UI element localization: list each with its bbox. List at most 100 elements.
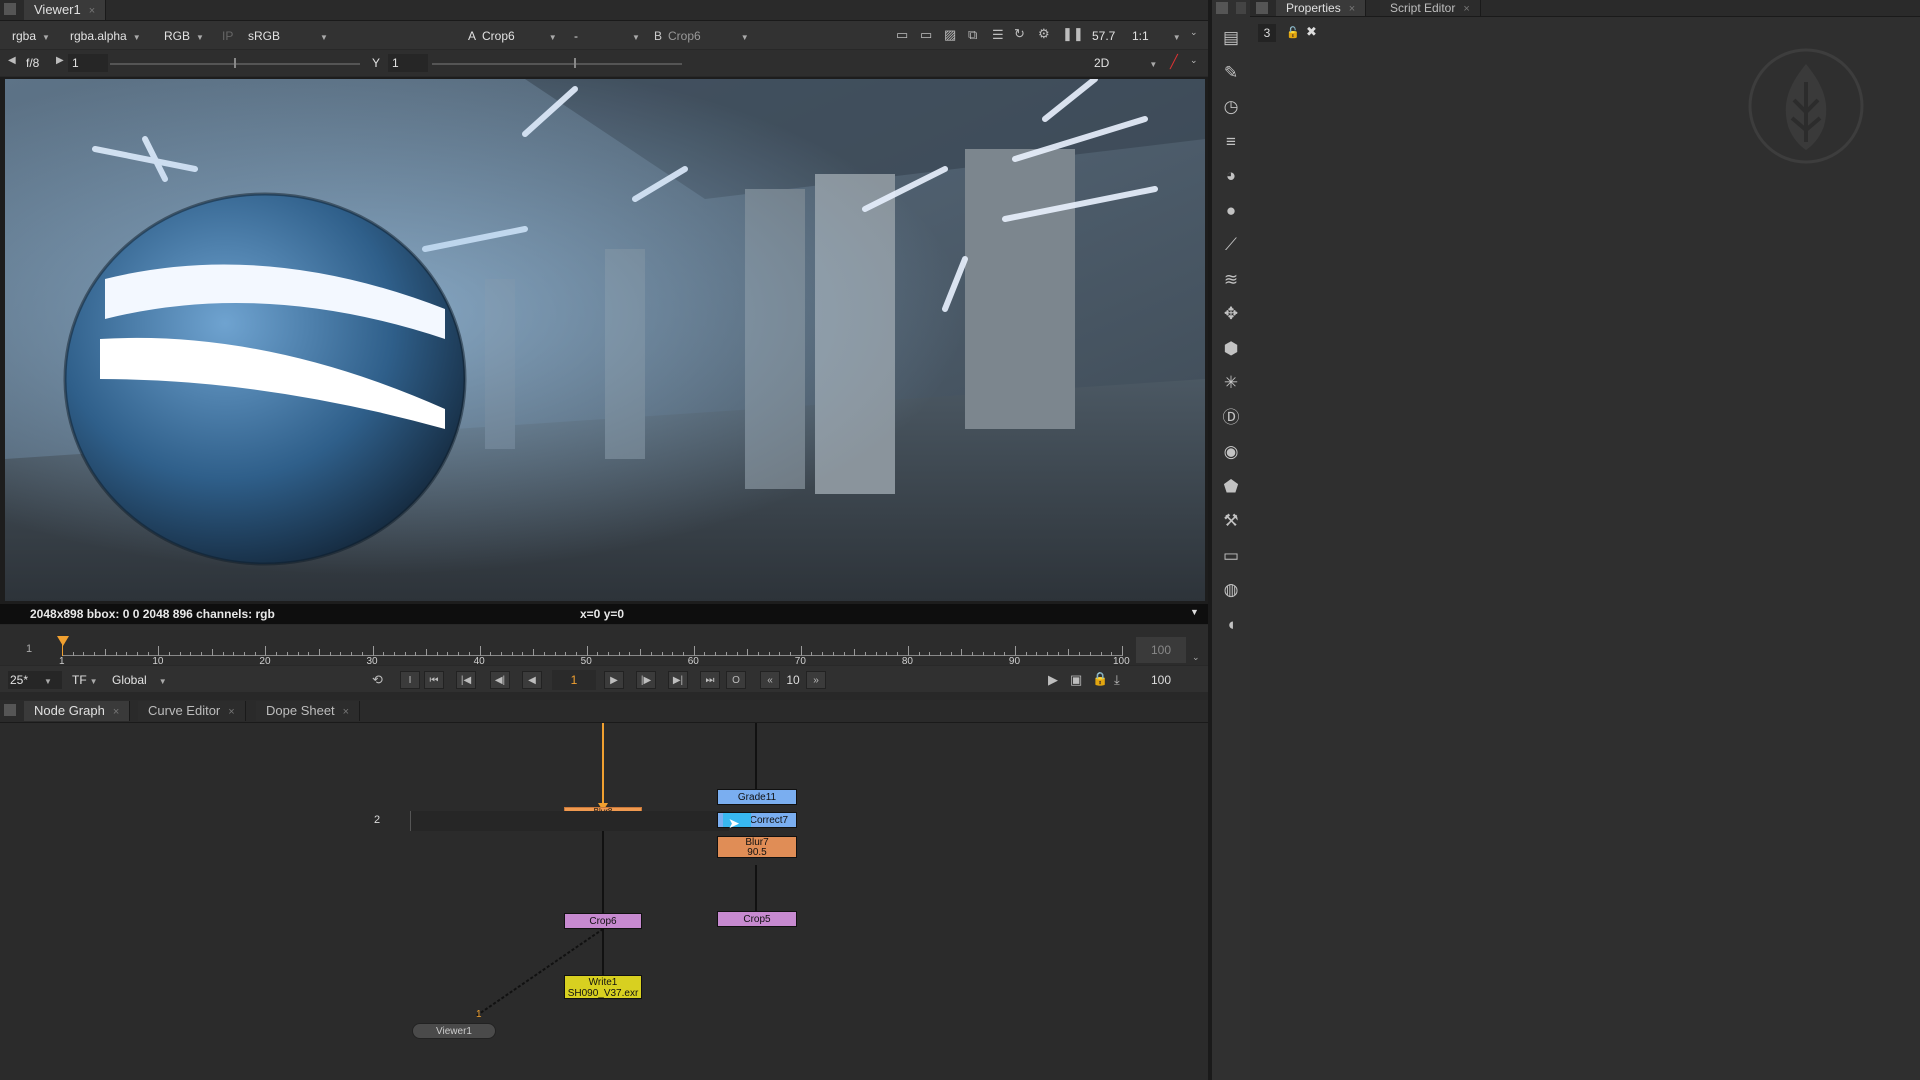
views-icon[interactable]: ◉: [1219, 440, 1243, 464]
tab-dope-sheet[interactable]: Dope Sheet ×: [256, 701, 361, 721]
step-forward-button[interactable]: »: [806, 671, 826, 689]
filter-icon[interactable]: ●: [1219, 199, 1243, 223]
close-icon-props[interactable]: ×: [1349, 3, 1355, 15]
node-grade11[interactable]: Grade11: [717, 789, 797, 805]
chevron-down-icon-3[interactable]: ⌄: [1192, 652, 1200, 663]
channels-dropdown[interactable]: rgba ▼: [12, 27, 50, 45]
play-backward-button[interactable]: ◀: [522, 671, 542, 689]
lut-dropdown[interactable]: sRGB ▼: [248, 27, 328, 45]
tab-script-editor[interactable]: Script Editor ×: [1380, 0, 1481, 16]
particles-icon[interactable]: ✳: [1219, 371, 1243, 395]
first-frame-button[interactable]: ⏮: [424, 671, 444, 689]
plugins-icon[interactable]: ◖: [1219, 613, 1243, 637]
lock-icon[interactable]: 🔒: [1092, 671, 1108, 687]
exposure-slider-handle[interactable]: [234, 58, 236, 68]
alpha-dropdown[interactable]: rgba.alpha ▼: [70, 27, 141, 45]
lock-panel-icon[interactable]: 🔓: [1286, 26, 1300, 39]
gear-icon[interactable]: ⚙: [1038, 26, 1050, 42]
paint-brush-icon[interactable]: ╱: [1170, 54, 1178, 70]
image-icon[interactable]: ▤: [1219, 26, 1243, 50]
transform-icon[interactable]: ✥: [1219, 302, 1243, 326]
render-icon[interactable]: ▣: [1070, 672, 1082, 688]
3d-icon[interactable]: ⬢: [1219, 337, 1243, 361]
time-icon[interactable]: ◷: [1219, 95, 1243, 119]
y-input[interactable]: 1: [388, 54, 428, 72]
b-input-dropdown[interactable]: B Crop6 ▼: [654, 27, 749, 45]
draw-icon[interactable]: ✎: [1219, 61, 1243, 85]
last-frame-button[interactable]: ⏭: [700, 671, 720, 689]
view-mode-dropdown[interactable]: 2D ▼: [1094, 54, 1157, 72]
metadata-icon[interactable]: ⬟: [1219, 475, 1243, 499]
pause-icon[interactable]: ❚❚: [1062, 26, 1084, 42]
out-point-button[interactable]: O: [726, 671, 746, 689]
zoom-dropdown[interactable]: 1:1 ▼: [1132, 27, 1181, 45]
tf-dropdown[interactable]: TF ▼: [72, 671, 98, 689]
chevron-down-icon[interactable]: ⌄: [1190, 27, 1198, 38]
step-back-button[interactable]: «: [760, 671, 780, 689]
a-input-dropdown[interactable]: A Crop6 ▼: [468, 27, 557, 45]
range-dropdown[interactable]: Global ▼: [112, 671, 167, 689]
node-crop5[interactable]: Crop5: [717, 911, 797, 927]
panel-menu-icon-2[interactable]: [4, 704, 16, 716]
playhead[interactable]: [57, 636, 69, 646]
roi-icon[interactable]: ▭: [896, 27, 908, 43]
deep-icon[interactable]: Ⓓ: [1219, 406, 1243, 430]
refresh-icon[interactable]: ↻: [1014, 26, 1025, 42]
node-blur7[interactable]: Blur7 90.5: [717, 836, 797, 858]
toolbar-top-arrow[interactable]: [1236, 2, 1246, 14]
close-icon[interactable]: ×: [89, 5, 95, 17]
prev-frame-button[interactable]: ◀|: [490, 671, 510, 689]
keyer-icon[interactable]: ⟋: [1219, 233, 1243, 257]
node-input-row[interactable]: [410, 811, 729, 831]
panel-menu-icon[interactable]: [4, 3, 16, 15]
toolbar-top-icon[interactable]: [1216, 2, 1228, 14]
fps-dropdown[interactable]: 25* ▼: [8, 671, 62, 689]
play-forward-button[interactable]: ▶: [604, 671, 624, 689]
node-crop6[interactable]: Crop6: [564, 913, 642, 929]
chevron-left-icon[interactable]: ◀: [8, 55, 16, 66]
gamma-slider-handle[interactable]: [574, 58, 576, 68]
proxy-icon[interactable]: ▭: [920, 27, 932, 43]
frame-input[interactable]: 1: [68, 54, 108, 72]
max-panels-field[interactable]: 3: [1258, 24, 1276, 42]
tab-node-graph[interactable]: Node Graph ×: [24, 701, 131, 721]
fstop-field[interactable]: f/8: [26, 54, 39, 72]
in-point-button[interactable]: I: [400, 671, 420, 689]
tab-viewer1[interactable]: Viewer1 ×: [24, 0, 107, 20]
ip-button[interactable]: IP: [222, 27, 233, 45]
triangle-down-icon[interactable]: ▼: [1190, 607, 1199, 617]
chevron-down-icon-2[interactable]: ⌄: [1190, 55, 1198, 66]
toolsets-icon[interactable]: ⚒: [1219, 509, 1243, 533]
color-icon[interactable]: ◕: [1219, 164, 1243, 188]
increment-field[interactable]: 10: [782, 671, 804, 689]
node-graph-canvas[interactable]: Blur8 2 Grade11 ColorCorrect7 ➤ Blur7 90…: [0, 723, 1208, 1080]
wipe-dropdown[interactable]: - ▼: [574, 27, 640, 45]
tab-properties[interactable]: Properties ×: [1276, 0, 1367, 16]
panel-menu-icon-3[interactable]: [1256, 2, 1268, 14]
tab-curve-editor[interactable]: Curve Editor ×: [138, 701, 246, 721]
flipbook-icon[interactable]: ▶: [1048, 672, 1058, 688]
checker-icon[interactable]: ▨: [944, 27, 956, 43]
furnace-icon[interactable]: ◍: [1219, 578, 1243, 602]
lines-icon[interactable]: ☰: [992, 27, 1004, 43]
viewer-canvas[interactable]: [0, 77, 1208, 605]
node-write1[interactable]: Write1 SH090_V37.exr: [564, 975, 642, 999]
channel-icon[interactable]: ≡: [1219, 130, 1243, 154]
close-icon-script[interactable]: ×: [1463, 3, 1469, 15]
loop-icon[interactable]: ⟲: [372, 672, 383, 688]
clear-panels-icon[interactable]: ✖: [1306, 24, 1317, 40]
timeline-end-box[interactable]: 100: [1136, 637, 1186, 663]
gain-field[interactable]: 57.7: [1092, 27, 1115, 45]
close-icon-ce[interactable]: ×: [228, 706, 234, 718]
overlay-icon[interactable]: ⧉: [968, 27, 977, 43]
end-frame-field[interactable]: 100: [1138, 670, 1184, 690]
timeline-ruler[interactable]: 1 10 20 30 40 50 60 70 80 90 100: [59, 636, 1130, 667]
chevron-right-icon[interactable]: ▶: [56, 55, 64, 66]
gamma-slider[interactable]: [432, 63, 682, 65]
prev-key-button[interactable]: |◀: [456, 671, 476, 689]
close-icon-ds[interactable]: ×: [343, 706, 349, 718]
next-key-button[interactable]: ▶|: [668, 671, 688, 689]
merge-icon[interactable]: ≋: [1219, 268, 1243, 292]
current-frame-field[interactable]: 1: [552, 670, 596, 690]
export-icon[interactable]: ⤓: [1114, 672, 1120, 688]
